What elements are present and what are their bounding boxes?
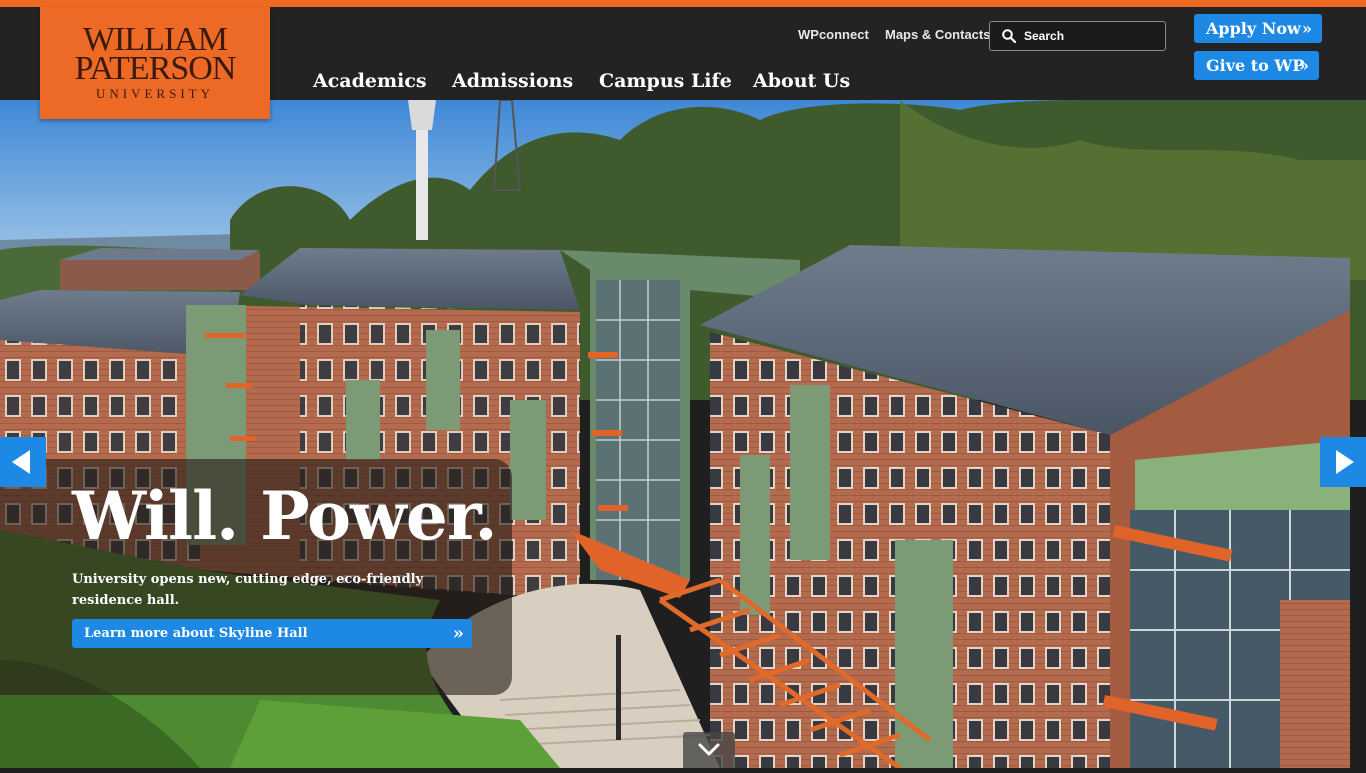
search-input[interactable] bbox=[1022, 26, 1156, 46]
carousel-prev-button[interactable] bbox=[0, 437, 46, 487]
chevron-right-icon bbox=[1336, 450, 1354, 474]
search-icon bbox=[1002, 29, 1016, 43]
university-logo[interactable]: WILLIAM PATERSON UNIVERSITY bbox=[40, 7, 270, 119]
carousel-next-button[interactable] bbox=[1320, 437, 1366, 487]
wpconnect-link[interactable]: WPconnect bbox=[798, 27, 869, 42]
apply-now-label: Apply Now bbox=[1206, 19, 1301, 38]
learn-more-button[interactable]: Learn more about Skyline Hall » bbox=[72, 619, 472, 648]
nav-campus-life[interactable]: Campus Life bbox=[599, 70, 732, 92]
chevron-down-icon bbox=[698, 743, 720, 756]
double-chevron-icon: » bbox=[1302, 19, 1312, 38]
learn-more-label: Learn more about Skyline Hall bbox=[84, 626, 308, 641]
nav-about-us[interactable]: About Us bbox=[753, 70, 850, 92]
hero-subtext: University opens new, cutting edge, eco-… bbox=[72, 572, 424, 608]
give-to-wp-button[interactable]: Give to WP » bbox=[1194, 51, 1319, 80]
hero-banner bbox=[0, 100, 1366, 768]
nav-admissions[interactable]: Admissions bbox=[452, 70, 573, 92]
chevron-left-icon bbox=[12, 450, 30, 474]
apply-now-button[interactable]: Apply Now » bbox=[1194, 14, 1322, 43]
logo-wordmark-line2: PATERSON bbox=[74, 50, 237, 87]
give-to-wp-label: Give to WP bbox=[1206, 56, 1305, 75]
top-accent-bar bbox=[0, 0, 1366, 7]
hero-headline: Will. Power. bbox=[72, 477, 498, 555]
double-chevron-icon: » bbox=[1299, 56, 1309, 75]
nav-academics[interactable]: Academics bbox=[313, 70, 427, 92]
maps-contacts-link[interactable]: Maps & Contacts bbox=[885, 27, 990, 42]
logo-wordmark-line3: UNIVERSITY bbox=[96, 86, 214, 101]
double-chevron-icon: » bbox=[452, 623, 464, 644]
search-field[interactable] bbox=[989, 21, 1166, 51]
scroll-down-button[interactable] bbox=[683, 732, 735, 768]
